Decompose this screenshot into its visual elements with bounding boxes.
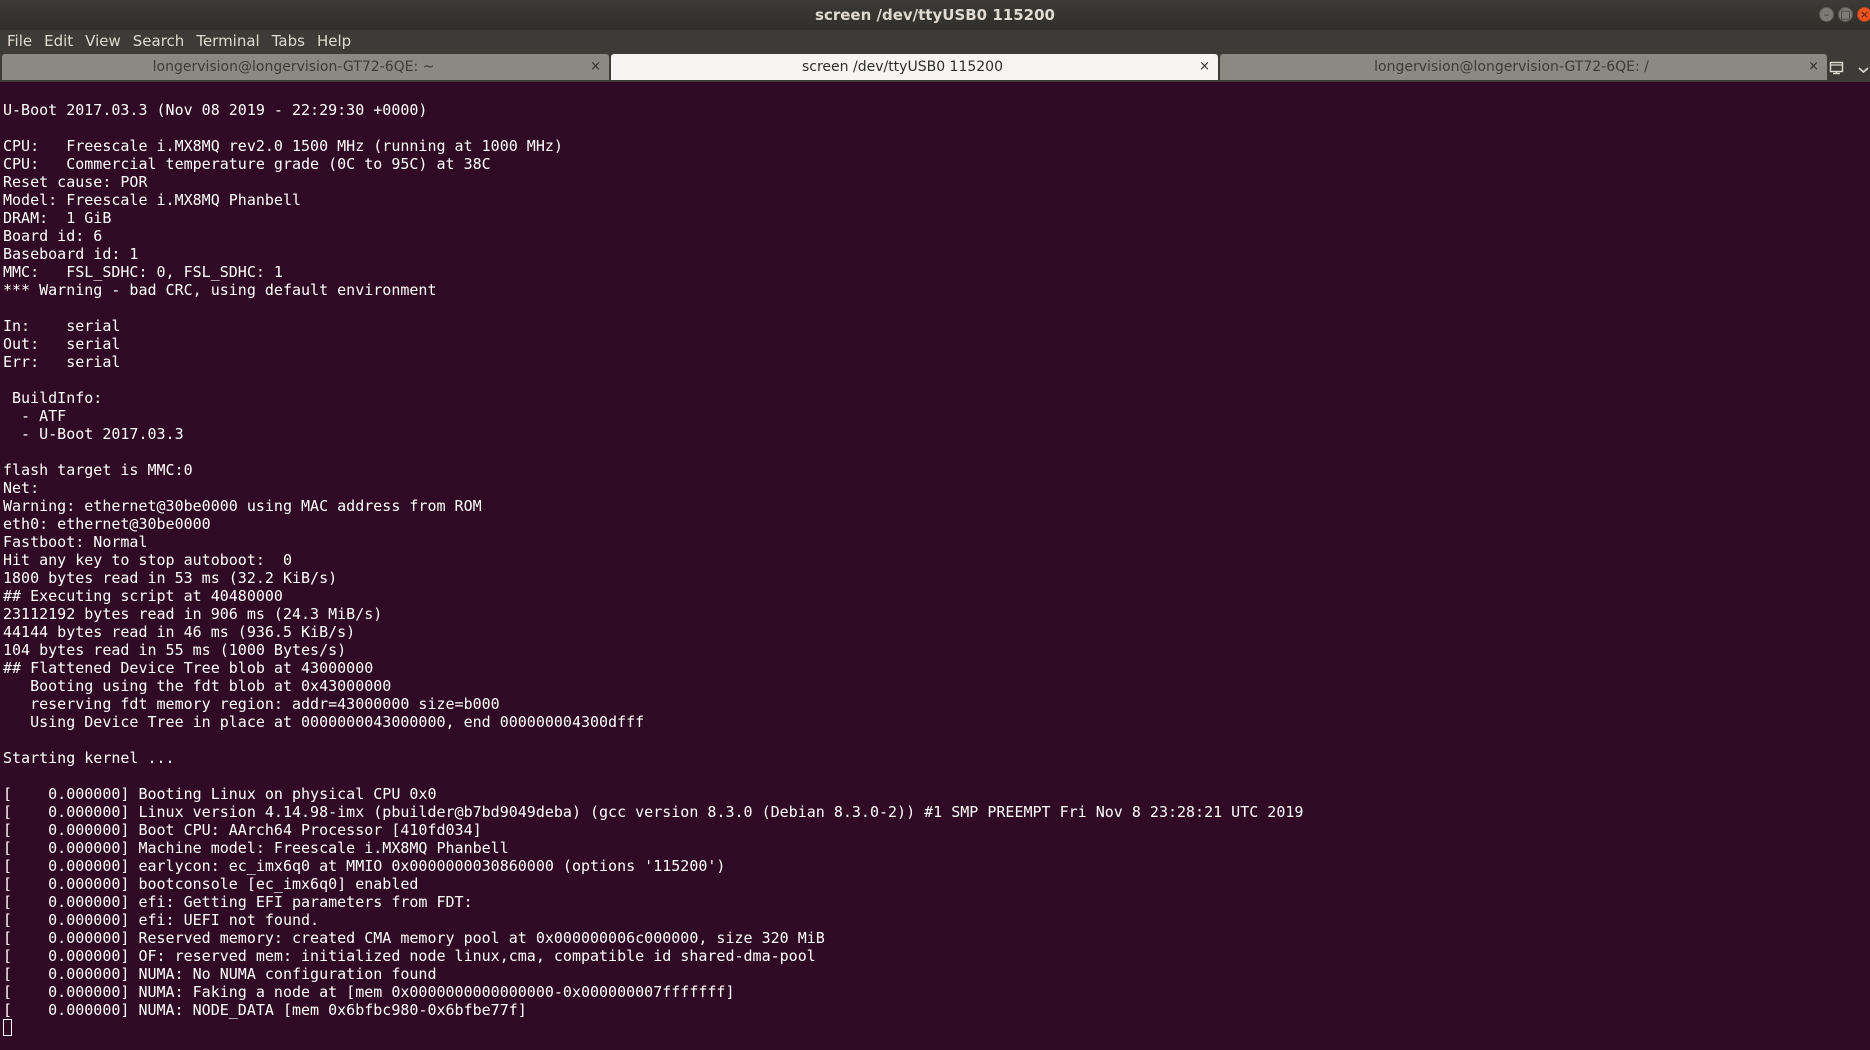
terminal-lines: U-Boot 2017.03.3 (Nov 08 2019 - 22:29:30… xyxy=(3,101,1303,1019)
terminal-line: Baseboard id: 1 xyxy=(3,245,139,263)
terminal-line: [ 0.000000] Reserved memory: created CMA… xyxy=(3,929,825,947)
terminal-line: ## Flattened Device Tree blob at 4300000… xyxy=(3,659,374,677)
chevron-down-icon[interactable] xyxy=(1857,61,1870,74)
terminal-output[interactable]: U-Boot 2017.03.3 (Nov 08 2019 - 22:29:30… xyxy=(0,82,1870,1050)
terminal-line: DRAM: 1 GiB xyxy=(3,209,112,227)
terminal-line: flash target is MMC:0 xyxy=(3,461,193,479)
terminal-line: [ 0.000000] Linux version 4.14.98-imx (p… xyxy=(3,803,1304,821)
terminal-line: [ 0.000000] Machine model: Freescale i.M… xyxy=(3,839,509,857)
terminal-line: - U-Boot 2017.03.3 xyxy=(3,425,184,443)
terminal-window: screen /dev/ttyUSB0 115200 – □ × File Edi… xyxy=(0,0,1870,1050)
terminal-line: U-Boot 2017.03.3 (Nov 08 2019 - 22:29:30… xyxy=(3,101,428,119)
tab-close-icon[interactable]: × xyxy=(1199,54,1210,80)
terminal-line: Out: serial xyxy=(3,335,121,353)
terminal-line: [ 0.000000] NUMA: NODE_DATA [mem 0x6bfbc… xyxy=(3,1001,527,1019)
menu-help[interactable]: Help xyxy=(310,30,356,52)
terminal-line: reserving fdt memory region: addr=430000… xyxy=(3,695,500,713)
terminal-line: Warning: ethernet@30be0000 using MAC add… xyxy=(3,497,482,515)
new-tab-icon[interactable] xyxy=(1829,59,1847,75)
terminal-line: CPU: Freescale i.MX8MQ rev2.0 1500 MHz (… xyxy=(3,137,563,155)
terminal-line: CPU: Commercial temperature grade (0C to… xyxy=(3,155,491,173)
title-bar[interactable]: screen /dev/ttyUSB0 115200 – □ × xyxy=(0,0,1870,30)
tab-close-icon[interactable]: × xyxy=(1808,54,1819,80)
terminal-line: BuildInfo: xyxy=(3,389,103,407)
terminal-line: Net: xyxy=(3,479,40,497)
tab-bar: longervision@longervision-GT72-6QE: ~ × … xyxy=(0,52,1870,82)
maximize-icon: □ xyxy=(1840,8,1851,21)
terminal-line: - ATF xyxy=(3,407,67,425)
menu-tabs[interactable]: Tabs xyxy=(265,30,310,52)
terminal-line: ## Executing script at 40480000 xyxy=(3,587,283,605)
terminal-line: [ 0.000000] earlycon: ec_imx6q0 at MMIO … xyxy=(3,857,726,875)
menu-bar: File Edit View Search Terminal Tabs Help xyxy=(0,30,1870,52)
terminal-line: [ 0.000000] efi: Getting EFI parameters … xyxy=(3,893,473,911)
terminal-line: eth0: ethernet@30be0000 xyxy=(3,515,211,533)
terminal-line: *** Warning - bad CRC, using default env… xyxy=(3,281,437,299)
menu-search[interactable]: Search xyxy=(126,30,190,52)
tab-label: screen /dev/ttyUSB0 115200 xyxy=(801,59,1003,75)
terminal-line: Using Device Tree in place at 0000000043… xyxy=(3,713,645,731)
terminal-line: 1800 bytes read in 53 ms (32.2 KiB/s) xyxy=(3,569,338,587)
tab-screen-ttyusb0[interactable]: screen /dev/ttyUSB0 115200 × xyxy=(611,54,1218,80)
tab-home-shell[interactable]: longervision@longervision-GT72-6QE: ~ × xyxy=(2,54,609,80)
terminal-line: Err: serial xyxy=(3,353,121,371)
terminal-line: Hit any key to stop autoboot: 0 xyxy=(3,551,292,569)
tab-close-icon[interactable]: × xyxy=(590,54,601,80)
terminal-line: 44144 bytes read in 46 ms (936.5 KiB/s) xyxy=(3,623,356,641)
terminal-line: [ 0.000000] efi: UEFI not found. xyxy=(3,911,320,929)
terminal-line: In: serial xyxy=(3,317,121,335)
terminal-line: MMC: FSL_SDHC: 0, FSL_SDHC: 1 xyxy=(3,263,283,281)
terminal-line: [ 0.000000] bootconsole [ec_imx6q0] enab… xyxy=(3,875,419,893)
window-title: screen /dev/ttyUSB0 115200 xyxy=(815,6,1055,24)
menu-terminal[interactable]: Terminal xyxy=(189,30,264,52)
terminal-line: 104 bytes read in 55 ms (1000 Bytes/s) xyxy=(3,641,347,659)
terminal-line: Starting kernel ... xyxy=(3,749,175,767)
minimize-icon: – xyxy=(1823,8,1830,21)
terminal-line: [ 0.000000] OF: reserved mem: initialize… xyxy=(3,947,816,965)
terminal-line: Model: Freescale i.MX8MQ Phanbell xyxy=(3,191,302,209)
menu-file[interactable]: File xyxy=(0,30,37,52)
terminal-line: Reset cause: POR xyxy=(3,173,148,191)
text-cursor xyxy=(3,1019,12,1036)
menu-edit[interactable]: Edit xyxy=(37,30,78,52)
terminal-line: Booting using the fdt blob at 0x43000000 xyxy=(3,677,392,695)
maximize-button[interactable]: □ xyxy=(1838,7,1853,22)
tab-label: longervision@longervision-GT72-6QE: / xyxy=(1374,59,1649,75)
terminal-line: Board id: 6 xyxy=(3,227,103,245)
menu-view[interactable]: View xyxy=(78,30,126,52)
close-icon: × xyxy=(1859,8,1870,21)
tab-root-shell[interactable]: longervision@longervision-GT72-6QE: / × xyxy=(1220,54,1827,80)
terminal-line: Fastboot: Normal xyxy=(3,533,148,551)
terminal-line: [ 0.000000] Booting Linux on physical CP… xyxy=(3,785,437,803)
terminal-line: [ 0.000000] NUMA: No NUMA configuration … xyxy=(3,965,437,983)
terminal-line: [ 0.000000] Boot CPU: AArch64 Processor … xyxy=(3,821,482,839)
minimize-button[interactable]: – xyxy=(1819,7,1834,22)
terminal-line: [ 0.000000] NUMA: Faking a node at [mem … xyxy=(3,983,735,1001)
tab-label: longervision@longervision-GT72-6QE: ~ xyxy=(152,59,435,75)
terminal-line: 23112192 bytes read in 906 ms (24.3 MiB/… xyxy=(3,605,383,623)
close-button[interactable]: × xyxy=(1857,7,1870,22)
